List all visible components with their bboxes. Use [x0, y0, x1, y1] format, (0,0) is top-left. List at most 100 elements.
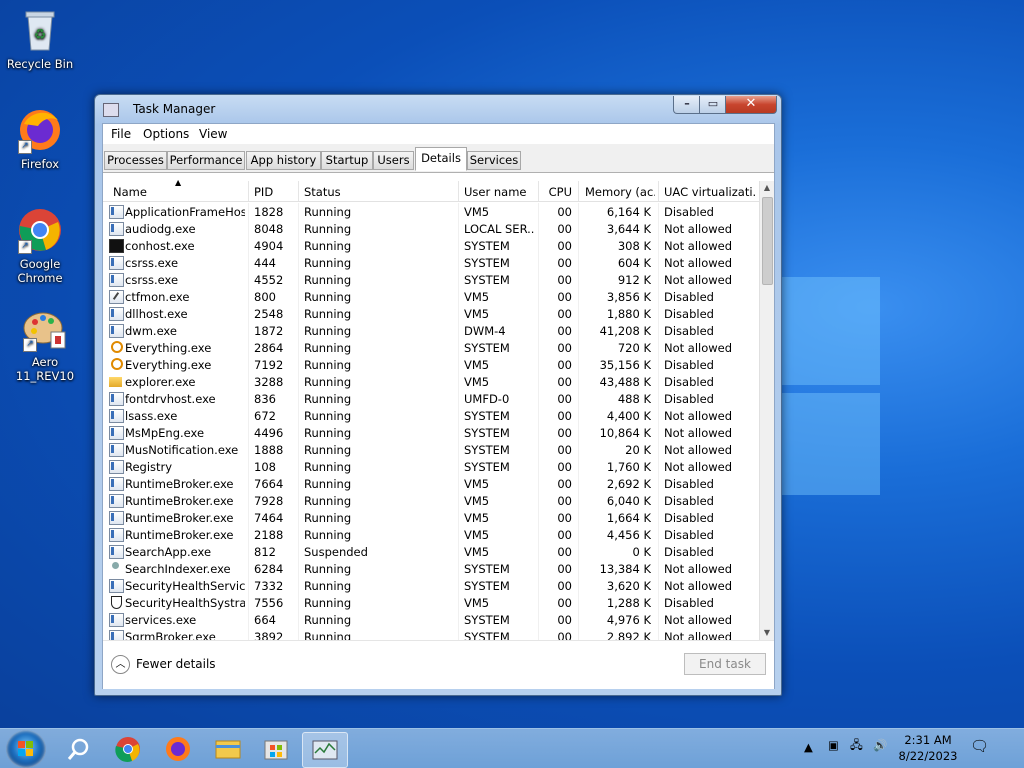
- tab-details[interactable]: Details: [415, 147, 467, 171]
- tab-services[interactable]: Services: [467, 151, 521, 170]
- column-header-pid[interactable]: PID: [254, 185, 294, 199]
- chevron-up-icon[interactable]: ︿: [111, 655, 130, 674]
- process-pid: 812: [254, 545, 276, 559]
- table-row[interactable]: conhost.exe 4904 Running SYSTEM 00 308 K Not a…: [103, 237, 761, 254]
- tab-app-history[interactable]: App history: [246, 151, 321, 170]
- table-row[interactable]: lsass.exe 672 Running SYSTEM 00 4,400 K Not al…: [103, 407, 761, 424]
- minimize-button[interactable]: –: [673, 96, 701, 114]
- tab-startup[interactable]: Startup: [321, 151, 373, 170]
- taskbar-search-button[interactable]: [56, 732, 100, 766]
- paint-palette-icon: ↗: [21, 304, 69, 352]
- desktop-icon-firefox[interactable]: ↗ Firefox: [0, 106, 80, 171]
- fewer-details-link[interactable]: Fewer details: [136, 657, 216, 671]
- table-row[interactable]: SearchIndexer.exe 6284 Running SYSTEM 00 13,3…: [103, 560, 761, 577]
- notifications-icon[interactable]: 🗨: [970, 737, 989, 755]
- close-button[interactable]: ✕: [725, 96, 777, 114]
- maximize-button[interactable]: ▭: [699, 96, 727, 114]
- scrollbar-thumb[interactable]: [762, 197, 773, 285]
- process-icon: [109, 307, 124, 321]
- process-user: SYSTEM: [464, 579, 510, 593]
- desktop-icon-google-chrome[interactable]: ↗ Google Chrome: [0, 206, 80, 285]
- process-status: Running: [304, 596, 352, 610]
- table-row[interactable]: services.exe 664 Running SYSTEM 00 4,976 K Not…: [103, 611, 761, 628]
- table-row[interactable]: RuntimeBroker.exe 2188 Running VM5 00 4,456 K…: [103, 526, 761, 543]
- title-bar[interactable]: Task Manager – ▭ ✕: [95, 95, 781, 121]
- process-icon: [109, 579, 124, 593]
- taskbar-store-button[interactable]: [254, 732, 298, 766]
- start-button[interactable]: [6, 730, 46, 768]
- process-icon: [109, 562, 122, 574]
- table-row[interactable]: MusNotification.exe 1888 Running SYSTEM 00 20…: [103, 441, 761, 458]
- taskbar-file-explorer-button[interactable]: [206, 732, 250, 766]
- table-row[interactable]: dllhost.exe 2548 Running VM5 00 1,880 K Disabl…: [103, 305, 761, 322]
- vertical-scrollbar[interactable]: ▲ ▼: [759, 181, 774, 640]
- network-icon[interactable]: 🖧: [850, 738, 863, 757]
- process-cpu: 00: [557, 307, 572, 321]
- menu-options[interactable]: Options: [143, 127, 189, 141]
- table-row[interactable]: RuntimeBroker.exe 7664 Running VM5 00 2,692 K…: [103, 475, 761, 492]
- table-row[interactable]: SecurityHealthService... 7332 Running SYSTE…: [103, 577, 761, 594]
- process-mem: 720 K: [617, 341, 651, 355]
- table-row[interactable]: SgrmBroker.exe 3892 Running SYSTEM 00 2,892 K…: [103, 628, 761, 640]
- process-cpu: 00: [557, 222, 572, 236]
- table-row[interactable]: audiodg.exe 8048 Running LOCAL SER... 00 3,64…: [103, 220, 761, 237]
- column-header-name[interactable]: Name: [113, 185, 243, 199]
- menu-view[interactable]: View: [199, 127, 227, 141]
- search-icon: [67, 738, 89, 760]
- taskbar-firefox-button[interactable]: [156, 732, 200, 766]
- table-row[interactable]: csrss.exe 444 Running SYSTEM 00 604 K Not allo…: [103, 254, 761, 271]
- taskbar-task-manager-button[interactable]: [302, 732, 348, 768]
- table-row[interactable]: csrss.exe 4552 Running SYSTEM 00 912 K Not all…: [103, 271, 761, 288]
- column-header-status[interactable]: Status: [304, 185, 454, 199]
- table-row[interactable]: RuntimeBroker.exe 7928 Running VM5 00 6,040 K…: [103, 492, 761, 509]
- scroll-down-icon[interactable]: ▼: [760, 626, 774, 640]
- scroll-up-icon[interactable]: ▲: [760, 181, 774, 195]
- table-row[interactable]: Everything.exe 2864 Running SYSTEM 00 720 K No…: [103, 339, 761, 356]
- end-task-button[interactable]: End task: [684, 653, 766, 675]
- table-row[interactable]: fontdrvhost.exe 836 Running UMFD-0 00 488 K Di…: [103, 390, 761, 407]
- process-cpu: 00: [557, 443, 572, 457]
- process-uac: Not allowed: [664, 426, 733, 440]
- table-row[interactable]: dwm.exe 1872 Running DWM-4 00 41,208 K Disable…: [103, 322, 761, 339]
- process-pid: 3288: [254, 375, 284, 389]
- process-mem: 13,384 K: [599, 562, 651, 576]
- process-icon: [109, 613, 124, 627]
- process-user: VM5: [464, 494, 490, 508]
- process-icon: [109, 630, 124, 640]
- taskbar-chrome-button[interactable]: [106, 732, 150, 766]
- process-status: Running: [304, 205, 352, 219]
- process-status: Running: [304, 307, 352, 321]
- column-header-uac-virtualization[interactable]: UAC virtualizati...: [664, 185, 756, 199]
- table-row[interactable]: ctfmon.exe 800 Running VM5 00 3,856 K Disabled: [103, 288, 761, 305]
- process-status: Running: [304, 222, 352, 236]
- column-header-cpu[interactable]: CPU: [544, 185, 572, 199]
- process-uac: Not allowed: [664, 579, 733, 593]
- taskbar: ▲ ▣ 🖧 🔊 2:31 AM 8/22/2023 🗨: [0, 728, 1024, 768]
- volume-icon[interactable]: 🔊: [873, 738, 887, 752]
- process-user: VM5: [464, 307, 490, 321]
- process-cpu: 00: [557, 273, 572, 287]
- table-row[interactable]: SecurityHealthSystray... 7556 Running VM5 00…: [103, 594, 761, 611]
- process-name: Everything.exe: [125, 341, 212, 355]
- desktop-icon-recycle-bin[interactable]: ♻ Recycle Bin: [0, 6, 80, 71]
- table-row[interactable]: MsMpEng.exe 4496 Running SYSTEM 00 10,864 K No…: [103, 424, 761, 441]
- tab-processes[interactable]: Processes: [104, 151, 167, 170]
- process-user: VM5: [464, 596, 490, 610]
- table-row[interactable]: ApplicationFrameHos... 1828 Running VM5 00 6,…: [103, 203, 761, 220]
- column-header-memory[interactable]: Memory (ac...: [585, 185, 655, 199]
- tablet-icon[interactable]: ▣: [828, 738, 839, 752]
- process-mem: 3,620 K: [606, 579, 651, 593]
- table-row[interactable]: explorer.exe 3288 Running VM5 00 43,488 K Disa…: [103, 373, 761, 390]
- tab-users[interactable]: Users: [373, 151, 414, 170]
- column-header-user-name[interactable]: User name: [464, 185, 534, 199]
- table-row[interactable]: Everything.exe 7192 Running VM5 00 35,156 K Di…: [103, 356, 761, 373]
- show-hidden-icons-chevron[interactable]: ▲: [804, 740, 813, 754]
- process-status: Running: [304, 426, 352, 440]
- desktop-icon-aero[interactable]: ↗ Aero 11_REV10: [5, 304, 85, 383]
- table-row[interactable]: Registry 108 Running SYSTEM 00 1,760 K Not all…: [103, 458, 761, 475]
- table-row[interactable]: SearchApp.exe 812 Suspended VM5 00 0 K Disable…: [103, 543, 761, 560]
- table-row[interactable]: RuntimeBroker.exe 7464 Running VM5 00 1,664 K…: [103, 509, 761, 526]
- menu-file[interactable]: File: [111, 127, 131, 141]
- tab-performance[interactable]: Performance: [167, 151, 245, 170]
- taskbar-clock[interactable]: 2:31 AM 8/22/2023: [892, 732, 964, 764]
